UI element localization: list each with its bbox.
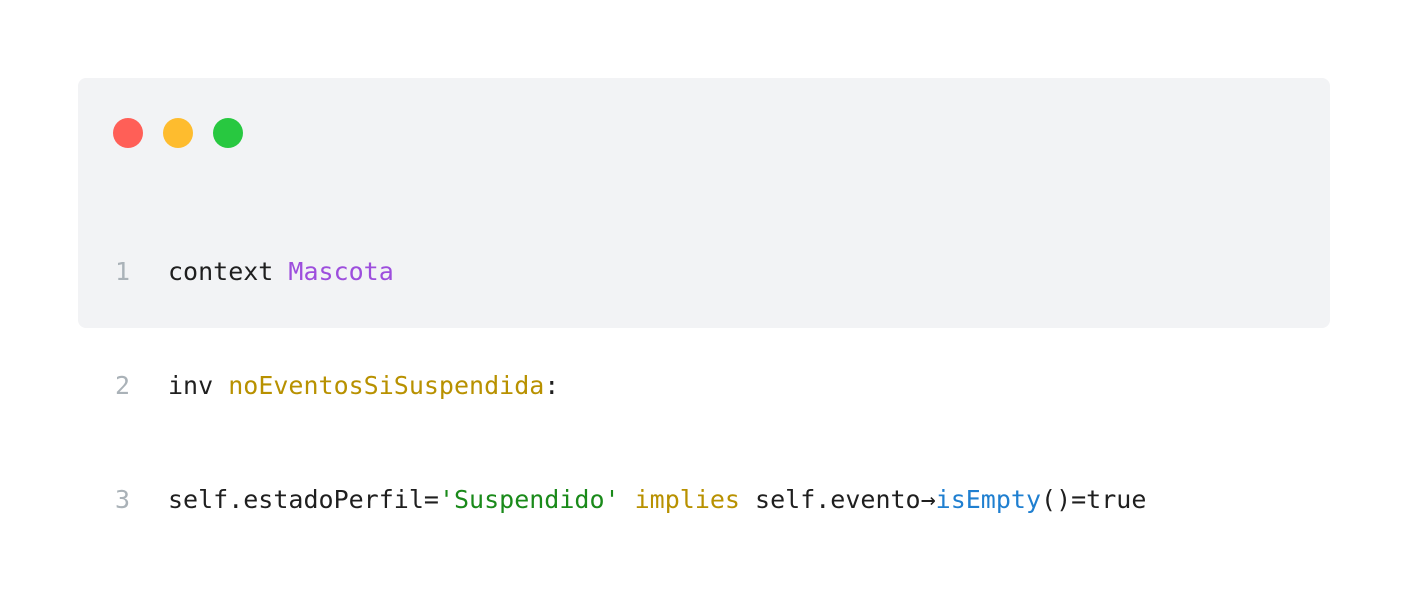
code-block: 1 context Mascota 2 inv noEventosSiSuspe…	[78, 177, 1146, 595]
line-number: 3	[115, 485, 131, 514]
code-token-type: Mascota	[288, 257, 394, 286]
code-token-plain: ()=true	[1041, 485, 1147, 514]
minimize-button-icon[interactable]	[163, 118, 193, 148]
code-line-content: inv noEventosSiSuspendida:	[135, 367, 559, 405]
code-window: 1 context Mascota 2 inv noEventosSiSuspe…	[78, 78, 1330, 514]
code-line-content: context Mascota	[135, 253, 394, 291]
close-button-icon[interactable]	[113, 118, 143, 148]
line-number: 1	[115, 257, 131, 286]
code-token-plain: self.estadoPerfil=	[168, 485, 439, 514]
code-token-plain: inv	[168, 371, 229, 400]
code-line: 2 inv noEventosSiSuspendida:	[78, 367, 1146, 405]
code-line: 1 context Mascota	[78, 253, 1146, 291]
code-token-keyword: implies	[634, 485, 740, 514]
code-token-plain: :	[544, 371, 560, 400]
code-token-string: 'Suspendido'	[438, 485, 620, 514]
line-number: 2	[115, 371, 131, 400]
maximize-button-icon[interactable]	[213, 118, 243, 148]
code-token-plain: self.evento→	[739, 485, 936, 514]
code-token-plain: context	[168, 257, 289, 286]
code-token-identifier: noEventosSiSuspendida	[228, 371, 545, 400]
code-line-content: self.estadoPerfil='Suspendido' implies s…	[135, 481, 1146, 519]
window-controls	[113, 118, 243, 148]
code-token-method: isEmpty	[935, 485, 1042, 514]
code-line: 3 self.estadoPerfil='Suspendido' implies…	[78, 481, 1146, 519]
